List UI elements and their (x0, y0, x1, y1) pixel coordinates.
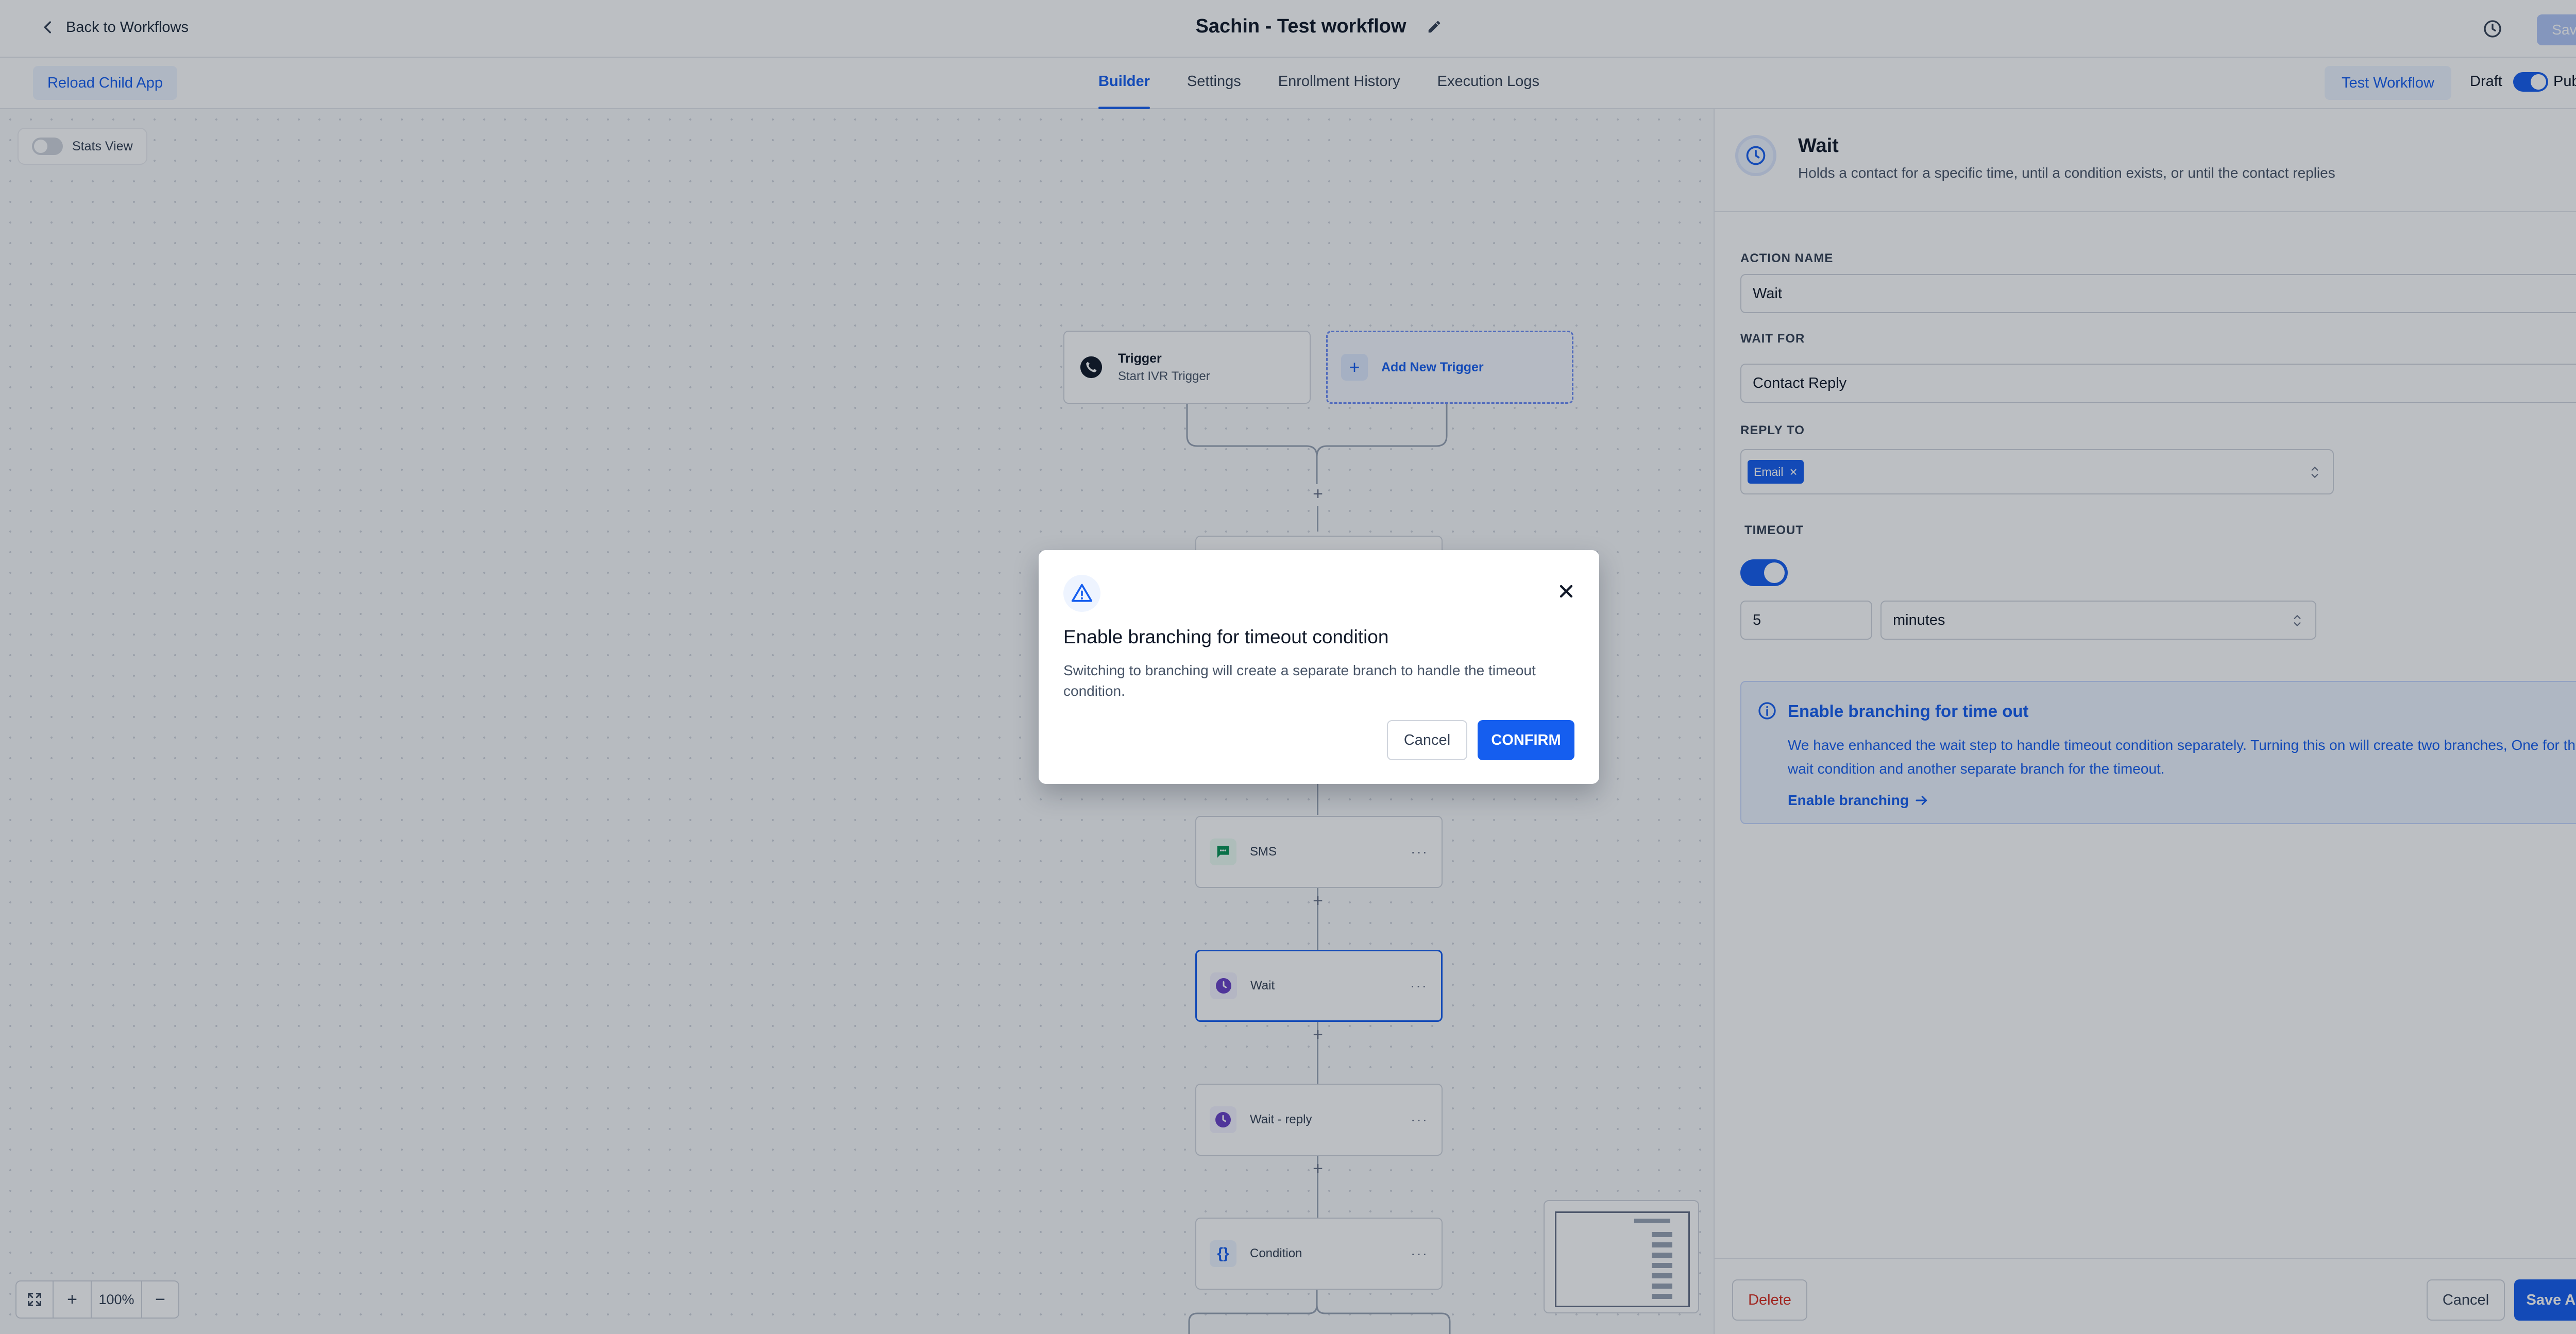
modal-title: Enable branching for timeout condition (1063, 626, 1389, 647)
modal-confirm-button[interactable]: CONFIRM (1478, 720, 1574, 760)
enable-branching-modal: Enable branching for timeout condition S… (1039, 550, 1599, 784)
modal-cancel-button[interactable]: Cancel (1387, 720, 1467, 760)
close-icon[interactable] (1556, 581, 1577, 602)
modal-text: Switching to branching will create a sep… (1063, 662, 1536, 699)
warning-icon (1063, 575, 1100, 612)
